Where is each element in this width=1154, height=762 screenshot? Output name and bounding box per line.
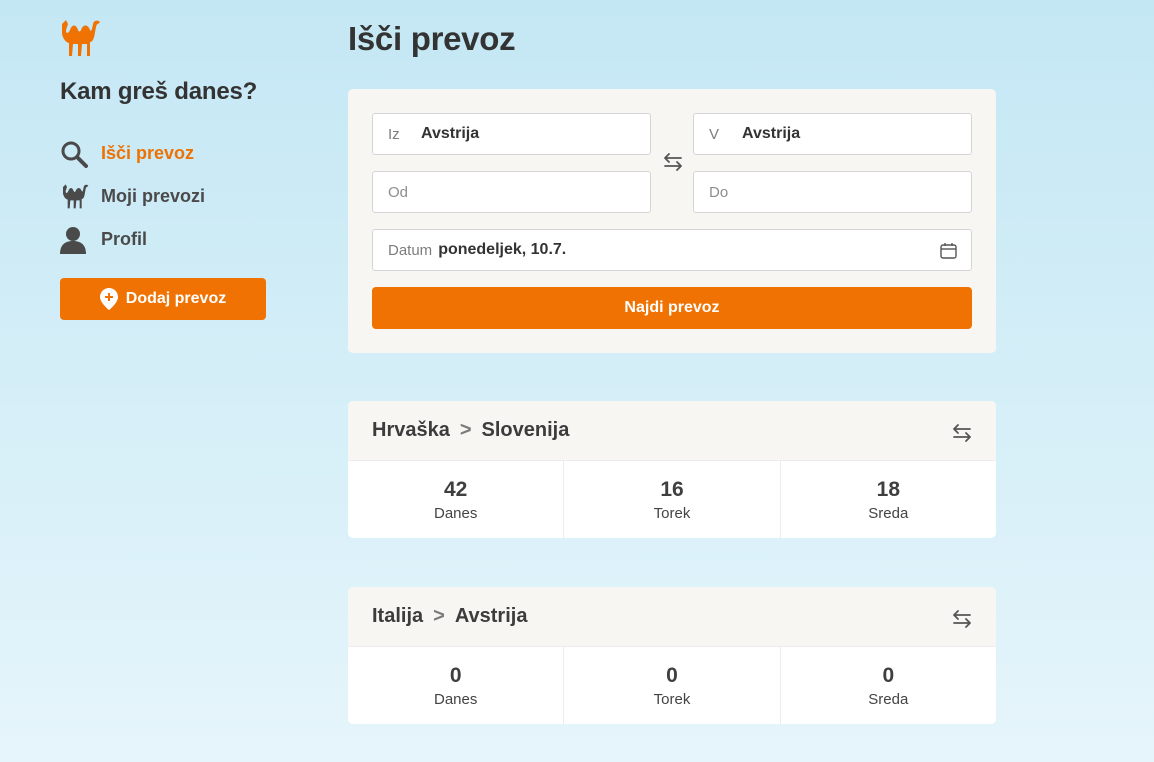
add-ride-button[interactable]: Dodaj prevoz	[60, 278, 266, 320]
sidebar: Kam greš danes? Išči prevoz Moji prevozi…	[60, 18, 280, 320]
search-icon	[60, 139, 90, 169]
day-tuesday[interactable]: 16 Torek	[564, 461, 781, 538]
route-from: Italija	[372, 605, 424, 627]
ride-count: 16	[660, 477, 684, 501]
day-tuesday[interactable]: 0 Torek	[564, 647, 781, 724]
from-city-placeholder: Od	[388, 183, 409, 201]
route-to: Avstrija	[454, 605, 528, 627]
day-name: Sreda	[868, 690, 909, 708]
sidebar-item-profile[interactable]: Profil	[60, 218, 280, 261]
day-name: Sreda	[868, 504, 909, 522]
day-name: Torek	[653, 504, 691, 522]
ride-count: 0	[882, 663, 895, 687]
tagline: Kam greš danes?	[60, 78, 258, 105]
route-days: 0 Danes 0 Torek 0 Sreda	[348, 647, 996, 724]
swap-arrows-icon[interactable]	[662, 152, 684, 172]
route-separator: >	[433, 605, 445, 627]
day-today[interactable]: 42 Danes	[348, 461, 565, 538]
route-card: Hrvaška > Slovenija 42 Danes 16 Torek 18…	[348, 401, 996, 538]
to-city-placeholder: Do	[709, 183, 729, 201]
page-title: Išči prevoz	[348, 20, 516, 57]
ride-count: 0	[449, 663, 462, 687]
route-header[interactable]: Hrvaška > Slovenija	[348, 401, 996, 461]
sidebar-nav: Išči prevoz Moji prevozi Profil	[60, 132, 280, 261]
search-form: Iz Avstrija V Avstrija Od Do Datum poned…	[348, 89, 996, 353]
day-name: Torek	[653, 690, 691, 708]
to-city-input[interactable]: Do	[693, 171, 972, 213]
swap-arrows-icon[interactable]	[951, 609, 973, 629]
route-days: 42 Danes 16 Torek 18 Sreda	[348, 461, 996, 538]
route-header[interactable]: Italija > Avstrija	[348, 587, 996, 647]
camel-icon[interactable]	[60, 18, 100, 60]
from-country-label: Iz	[388, 125, 400, 143]
date-picker[interactable]: Datum ponedeljek, 10.7.	[372, 229, 972, 271]
find-ride-button[interactable]: Najdi prevoz	[372, 287, 972, 329]
sidebar-item-label: Moji prevozi	[101, 186, 206, 206]
to-country-label: V	[709, 125, 720, 143]
day-name: Danes	[433, 504, 478, 522]
date-value: ponedeljek, 10.7.	[438, 241, 567, 258]
from-city-input[interactable]: Od	[372, 171, 651, 213]
calendar-icon[interactable]	[940, 242, 957, 259]
day-wednesday[interactable]: 18 Sreda	[781, 461, 996, 538]
add-ride-label: Dodaj prevoz	[125, 290, 227, 307]
route-from: Hrvaška	[372, 419, 450, 441]
day-today[interactable]: 0 Danes	[348, 647, 565, 724]
sidebar-item-my-rides[interactable]: Moji prevozi	[60, 175, 280, 218]
route-to: Slovenija	[481, 419, 570, 441]
from-country-value: Avstrija	[421, 125, 480, 142]
date-label: Datum	[388, 241, 433, 259]
ride-count: 18	[876, 477, 900, 501]
user-icon	[60, 225, 90, 255]
to-country-select[interactable]: V Avstrija	[693, 113, 972, 155]
to-country-value: Avstrija	[742, 125, 801, 142]
sidebar-item-label: Išči prevoz	[101, 143, 195, 163]
camel-icon	[60, 182, 90, 212]
day-wednesday[interactable]: 0 Sreda	[781, 647, 996, 724]
route-separator: >	[459, 419, 472, 441]
sidebar-item-label: Profil	[101, 229, 148, 249]
day-name: Danes	[433, 690, 478, 708]
ride-count: 42	[443, 477, 468, 501]
location-plus-icon	[99, 288, 118, 310]
route-card: Italija > Avstrija 0 Danes 0 Torek 0 Sre…	[348, 587, 996, 724]
sidebar-item-search[interactable]: Išči prevoz	[60, 132, 280, 175]
from-country-select[interactable]: Iz Avstrija	[372, 113, 651, 155]
swap-arrows-icon[interactable]	[951, 423, 973, 443]
ride-count: 0	[666, 663, 678, 687]
